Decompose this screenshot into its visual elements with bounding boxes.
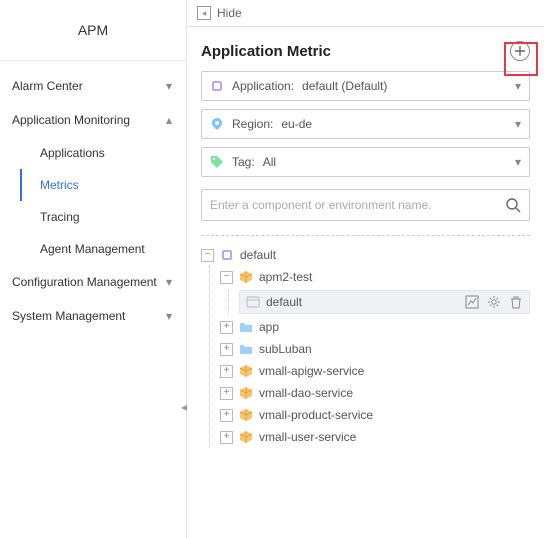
tree-node-label: default	[266, 295, 302, 309]
hide-label: Hide	[217, 6, 242, 20]
chevron-down-icon: ▾	[515, 79, 521, 93]
tree-node-apm2-test[interactable]: − apm2-test	[220, 266, 530, 288]
cube-icon	[239, 270, 253, 284]
chevron-down-icon: ▾	[515, 117, 521, 131]
trash-icon[interactable]	[509, 295, 523, 309]
sidebar: APM Alarm Center ▾ Application Monitorin…	[0, 0, 187, 538]
tree-children: − apm2-test default	[209, 266, 530, 448]
application-icon	[220, 248, 234, 262]
nav-sub-label: Agent Management	[40, 242, 145, 256]
nav-sub-label: Tracing	[40, 210, 80, 224]
tree-node-label: app	[259, 320, 279, 334]
filter-label: Application:	[232, 79, 294, 93]
tree-node-label: default	[240, 248, 276, 262]
region-icon	[210, 117, 224, 131]
folder-icon	[239, 320, 253, 334]
tree-node-label: apm2-test	[259, 270, 312, 284]
nav-sub-label: Metrics	[40, 178, 79, 192]
filters: Application: default (Default) ▾ Region:…	[187, 71, 544, 221]
tree-node-vmall-user[interactable]: + vmall-user-service	[220, 426, 530, 448]
nav-sub-agent-management[interactable]: Agent Management	[20, 233, 186, 265]
region-select[interactable]: Region: eu-de ▾	[201, 109, 530, 139]
chevron-down-icon: ▾	[166, 275, 172, 289]
expand-icon[interactable]: +	[220, 343, 233, 356]
nav-label: Configuration Management	[12, 275, 157, 289]
nav-sub-tracing[interactable]: Tracing	[20, 201, 186, 233]
plus-icon	[515, 46, 525, 56]
tree-leaf-default[interactable]: default	[239, 290, 530, 314]
tree-node-app[interactable]: + app	[220, 316, 530, 338]
nav-application-monitoring[interactable]: Application Monitoring ▴	[0, 103, 186, 137]
tag-icon	[210, 155, 224, 169]
chevron-down-icon: ▾	[515, 155, 521, 169]
application-icon	[210, 79, 224, 93]
filter-label: Tag:	[232, 155, 255, 169]
sidebar-nav: Alarm Center ▾ Application Monitoring ▴ …	[0, 61, 186, 538]
collapse-icon[interactable]: −	[220, 271, 233, 284]
sidebar-title: APM	[0, 0, 186, 61]
expand-icon[interactable]: +	[220, 387, 233, 400]
expand-icon[interactable]: +	[220, 409, 233, 422]
cube-icon	[239, 364, 253, 378]
nav-system-management[interactable]: System Management ▾	[0, 299, 186, 333]
tree-root-node[interactable]: − default	[201, 244, 530, 266]
folder-icon	[239, 342, 253, 356]
tree-children: default	[228, 290, 530, 314]
environment-icon	[246, 295, 260, 309]
tree-node-vmall-dao[interactable]: + vmall-dao-service	[220, 382, 530, 404]
nav-sub-label: Applications	[40, 146, 105, 160]
collapse-icon[interactable]: −	[201, 249, 214, 262]
nav-sub-application-monitoring: Applications Metrics Tracing Agent Manag…	[0, 137, 186, 265]
nav-sub-metrics[interactable]: Metrics	[20, 169, 186, 201]
expand-icon[interactable]: +	[220, 365, 233, 378]
page-title: Application Metric	[201, 43, 331, 60]
tree-node-vmall-apigw[interactable]: + vmall-apigw-service	[220, 360, 530, 382]
tree-node-label: subLuban	[259, 342, 312, 356]
divider	[201, 235, 530, 236]
chevron-up-icon: ▴	[166, 113, 172, 127]
nav-label: System Management	[12, 309, 125, 323]
nav-alarm-center[interactable]: Alarm Center ▾	[0, 69, 186, 103]
expand-icon[interactable]: +	[220, 431, 233, 444]
chart-icon[interactable]	[465, 295, 479, 309]
tree-node-vmall-product[interactable]: + vmall-product-service	[220, 404, 530, 426]
search-box	[201, 189, 530, 221]
tree-node-label: vmall-user-service	[259, 430, 356, 444]
page-header: Application Metric	[187, 27, 544, 71]
cube-icon	[239, 386, 253, 400]
hide-bar[interactable]: ◂ Hide	[187, 0, 544, 27]
expand-icon[interactable]: +	[220, 321, 233, 334]
nav-configuration-management[interactable]: Configuration Management ▾	[0, 265, 186, 299]
application-select[interactable]: Application: default (Default) ▾	[201, 71, 530, 101]
tree: − default − apm2-test	[187, 244, 544, 458]
cube-icon	[239, 430, 253, 444]
filter-value: All	[263, 155, 276, 169]
tree-node-label: vmall-dao-service	[259, 386, 353, 400]
search-input[interactable]	[210, 198, 505, 212]
filter-value: default (Default)	[302, 79, 387, 93]
tag-select[interactable]: Tag: All ▾	[201, 147, 530, 177]
nav-label: Alarm Center	[12, 79, 83, 93]
leaf-actions	[465, 295, 523, 309]
search-icon[interactable]	[505, 197, 521, 213]
cube-icon	[239, 408, 253, 422]
filter-value: eu-de	[281, 117, 312, 131]
hide-icon: ◂	[197, 6, 211, 20]
gear-icon[interactable]	[487, 295, 501, 309]
tree-node-subluban[interactable]: + subLuban	[220, 338, 530, 360]
nav-label: Application Monitoring	[12, 113, 130, 127]
add-button[interactable]	[510, 41, 530, 61]
tree-node-label: vmall-apigw-service	[259, 364, 364, 378]
chevron-down-icon: ▾	[166, 79, 172, 93]
main-panel: ◂ Hide Application Metric Application: d…	[187, 0, 544, 538]
tree-node-label: vmall-product-service	[259, 408, 373, 422]
filter-label: Region:	[232, 117, 273, 131]
nav-sub-applications[interactable]: Applications	[20, 137, 186, 169]
chevron-down-icon: ▾	[166, 309, 172, 323]
